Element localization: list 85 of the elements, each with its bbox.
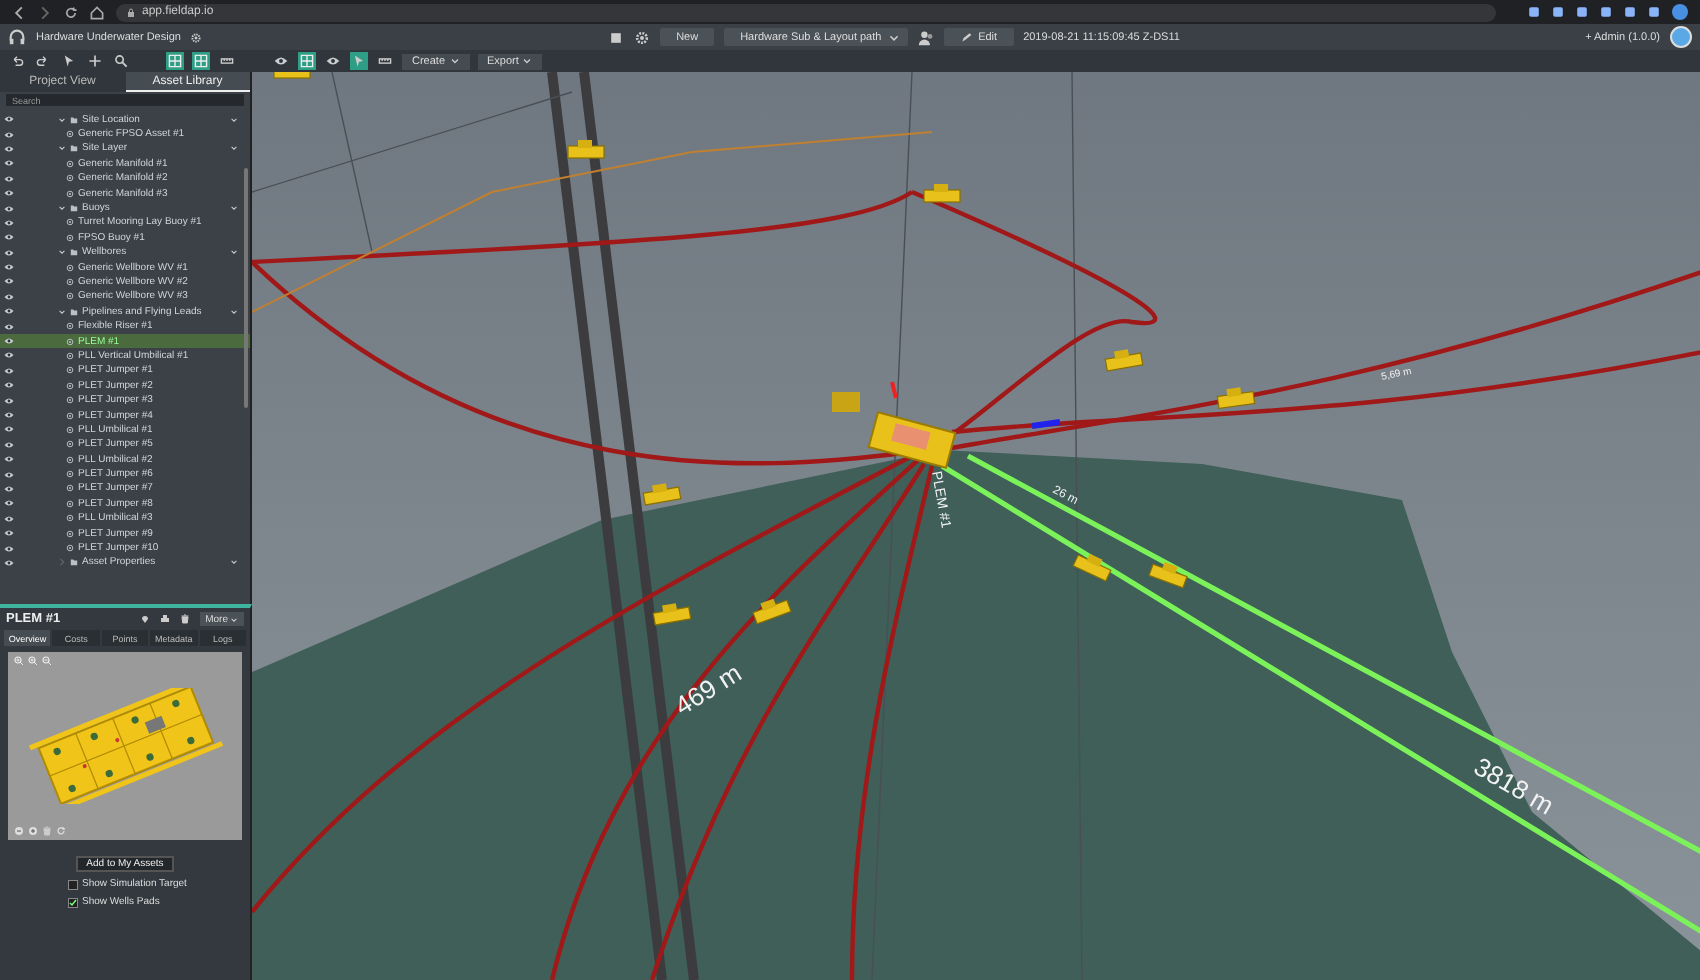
eye-icon[interactable] [4,543,14,554]
tool-button[interactable] [60,52,78,70]
eye-icon[interactable] [4,158,14,169]
settings-icon[interactable] [190,31,203,43]
tool-button[interactable] [376,52,394,70]
user-avatar[interactable] [1670,26,1693,48]
caret-icon [449,56,460,66]
eye-icon[interactable] [4,291,14,302]
asset-icon [66,130,74,139]
scrollbar[interactable] [244,168,248,408]
lock-icon [126,7,136,17]
cross-icon [88,54,102,68]
eye-icon[interactable] [4,350,14,361]
folder-icon [70,204,78,213]
pin-icon[interactable] [139,614,150,624]
ruler-icon [220,54,234,68]
eye-icon[interactable] [4,439,14,450]
pencil-icon [960,31,973,43]
eye-icon[interactable] [4,483,14,494]
tool-button[interactable] [34,52,52,70]
folder-icon [70,115,78,124]
eye-icon[interactable] [4,247,14,258]
ruler-icon [378,54,392,68]
eye-icon[interactable] [4,410,14,420]
tool-button[interactable] [112,52,130,70]
grid-icon [194,54,208,68]
caret-icon [230,615,238,623]
caret-icon [887,31,900,43]
eye-icon[interactable] [4,557,14,568]
tool-button[interactable] [218,52,236,70]
people-icon[interactable] [918,29,935,45]
folder-icon [70,558,78,567]
distance-label: 469 m [669,657,747,722]
tool-button[interactable] [324,52,342,70]
eye-icon[interactable] [4,114,14,125]
caret-icon [522,56,533,66]
pointer-icon [352,54,366,68]
pointer-icon [62,54,76,68]
eye-icon[interactable] [4,203,14,214]
checkbox[interactable] [68,897,78,907]
tool-button[interactable] [272,52,290,70]
eye-icon[interactable] [4,173,14,184]
folder-icon [70,144,78,153]
printer-icon[interactable] [159,614,170,624]
eye-icon[interactable] [4,424,14,435]
grid-icon [168,54,182,68]
eye-icon[interactable] [4,276,14,287]
settings-icon[interactable] [634,29,651,45]
eye-icon[interactable] [4,469,14,480]
folder-icon [70,248,78,257]
eye-icon[interactable] [4,321,14,332]
distance-label: 3818 m [1469,751,1560,821]
zoom-in-icon[interactable] [28,826,38,836]
reload-icon[interactable] [64,5,78,19]
eye-icon[interactable] [4,306,14,317]
subsea-field-drawing[interactable] [252,72,1700,980]
tool-button[interactable] [8,52,26,70]
eye-icon[interactable] [4,528,14,539]
eye-icon[interactable] [4,188,14,199]
back-icon[interactable] [12,5,26,19]
checkbox[interactable] [68,879,78,889]
eye-icon[interactable] [4,380,14,391]
eye-icon[interactable] [4,262,14,273]
eye-icon[interactable] [4,336,14,347]
grid-icon [300,54,314,68]
headset-icon[interactable] [8,28,26,46]
stop-icon[interactable] [608,29,625,45]
eye-icon[interactable] [4,513,14,524]
folder-icon [70,307,78,316]
trash-icon[interactable] [179,614,190,624]
redo-icon [36,54,50,68]
eye-icon[interactable] [4,498,14,509]
eye-icon[interactable] [4,395,14,406]
forward-icon[interactable] [38,5,52,19]
undo-icon [10,54,24,68]
eye-icon[interactable] [4,143,14,154]
eye-icon[interactable] [4,217,14,228]
search-icon [114,54,128,68]
eye-icon[interactable] [4,454,14,465]
avatar[interactable] [1672,4,1688,20]
tool-button[interactable] [86,52,104,70]
eye-icon[interactable] [4,365,14,376]
eye-icon[interactable] [4,129,14,140]
home-icon[interactable] [90,5,104,19]
eye-icon[interactable] [4,232,14,243]
